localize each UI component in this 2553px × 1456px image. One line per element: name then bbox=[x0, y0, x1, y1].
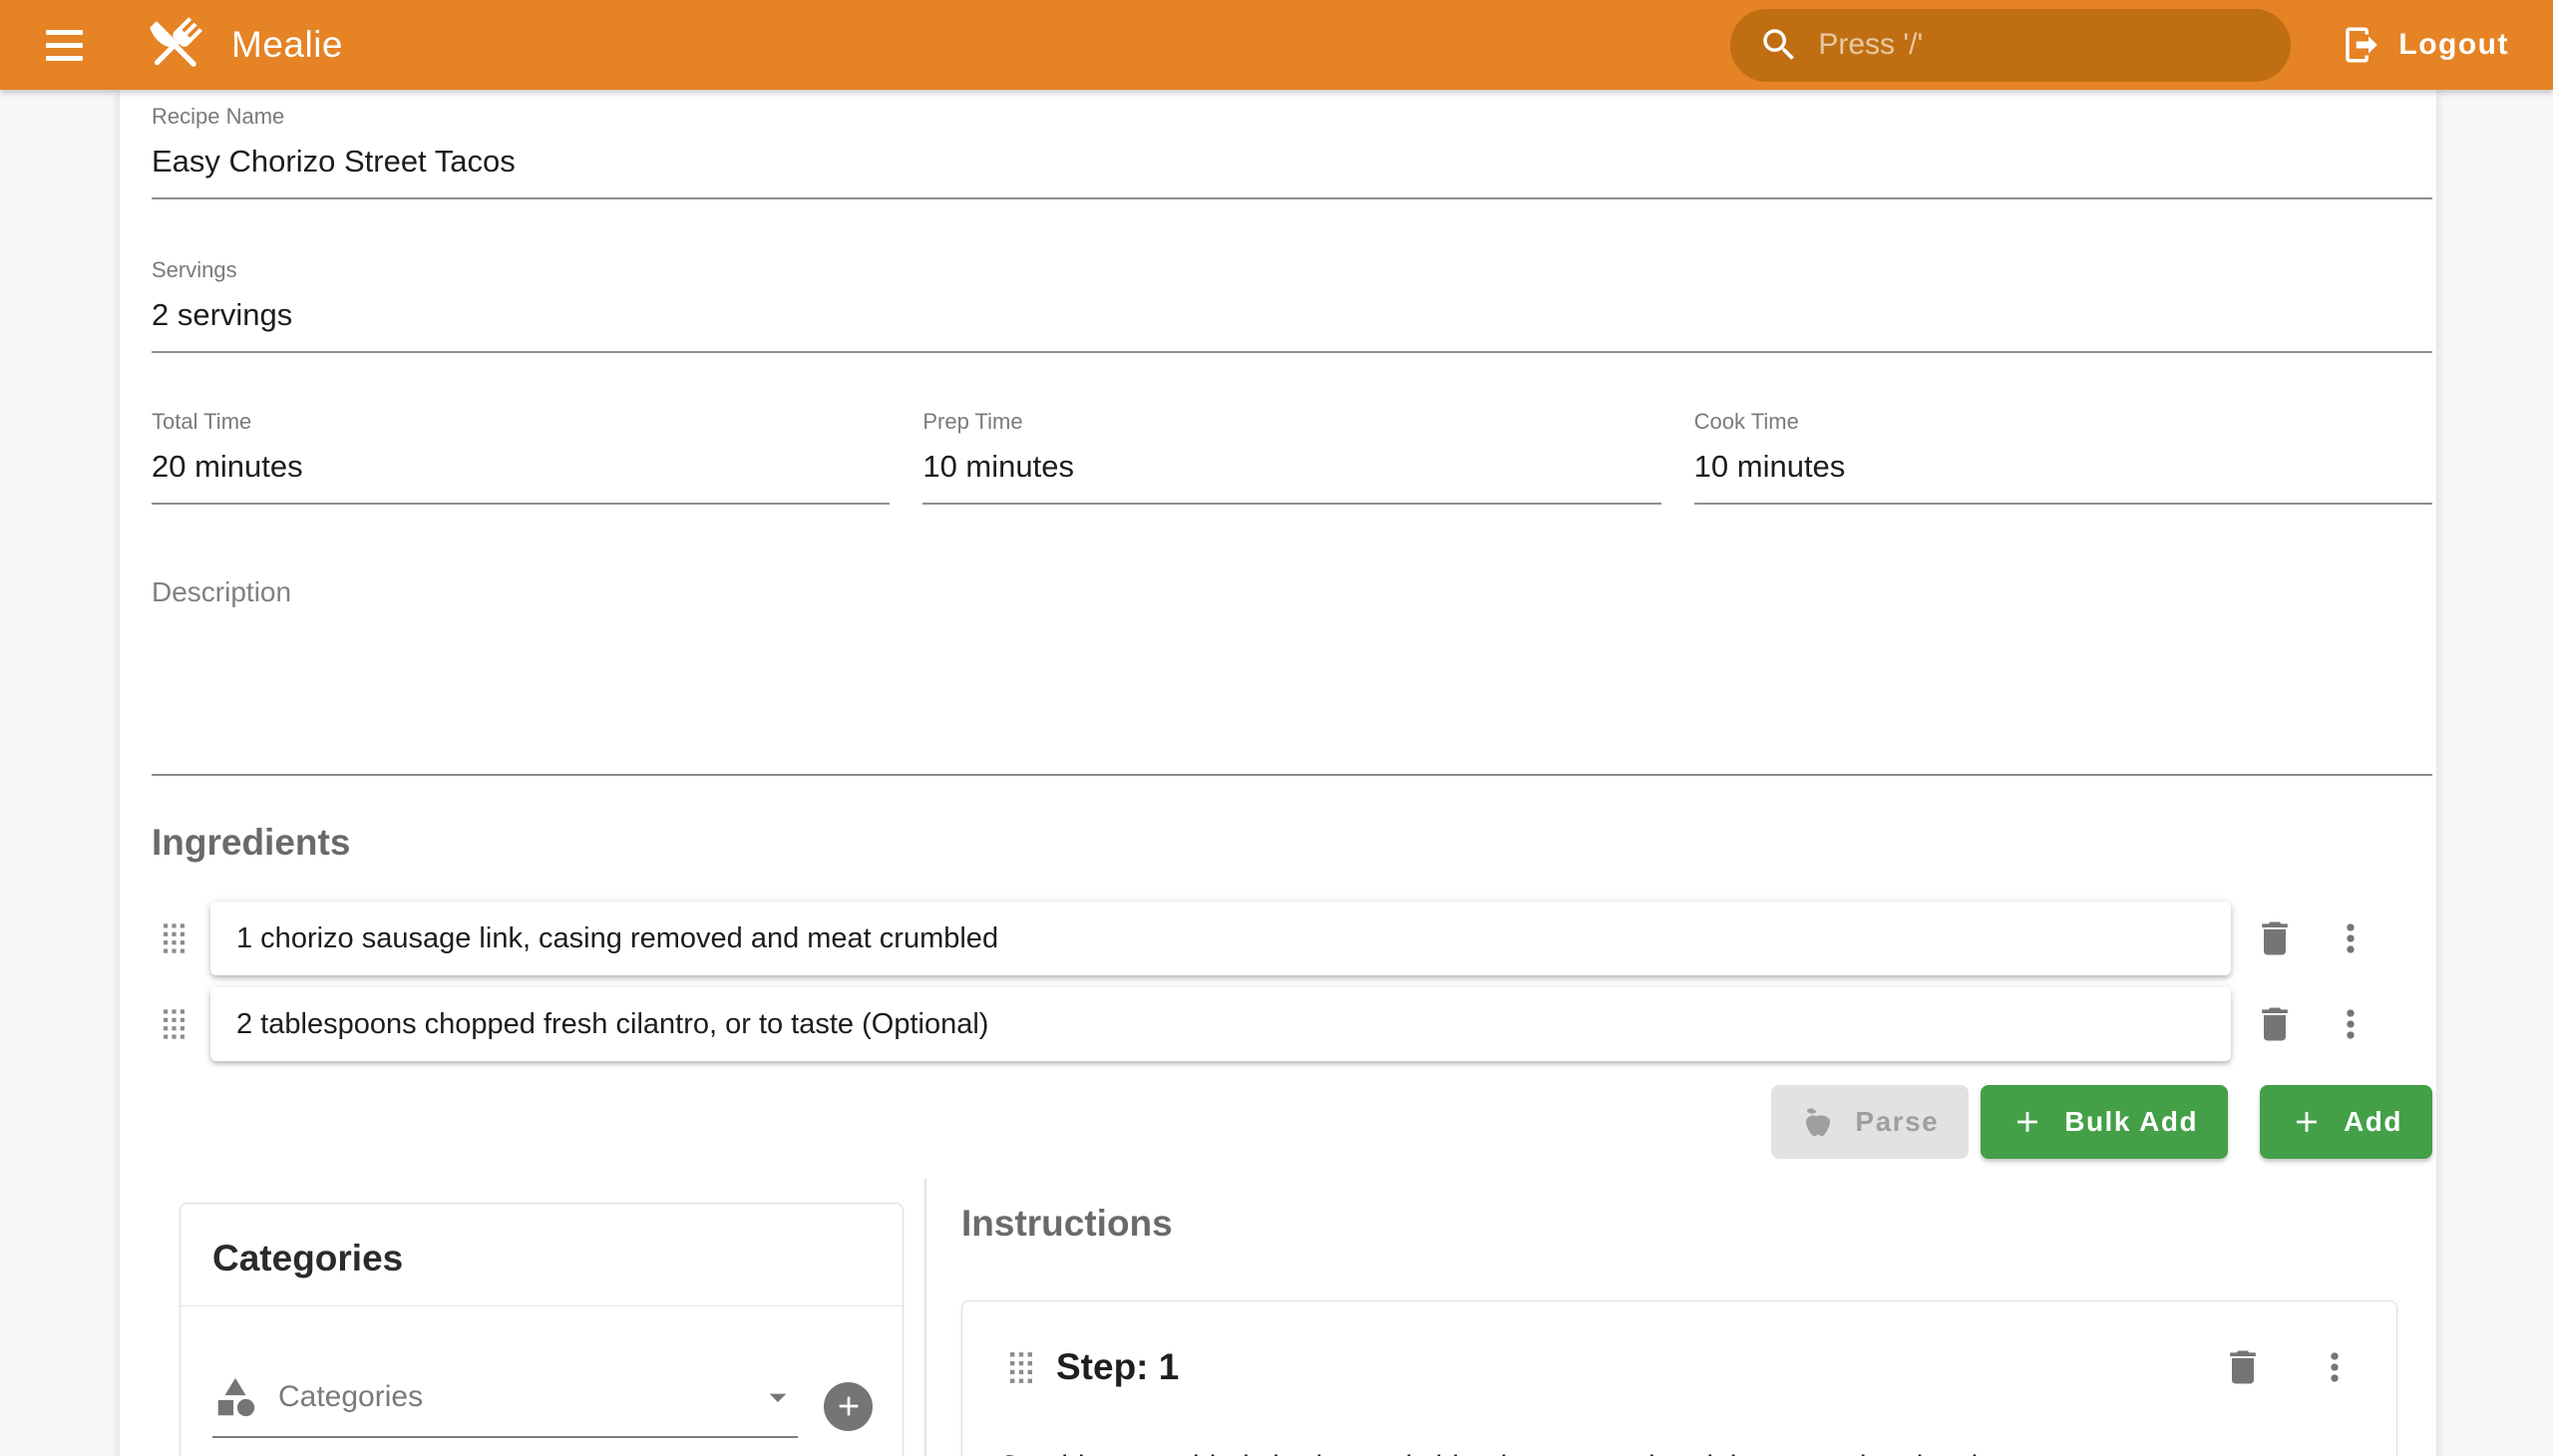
bulk-add-label: Bulk Add bbox=[2064, 1106, 2198, 1138]
delete-ingredient-button[interactable] bbox=[2249, 998, 2301, 1050]
description-textarea[interactable] bbox=[152, 608, 2432, 776]
categories-select[interactable]: Categories bbox=[212, 1374, 798, 1438]
trash-icon bbox=[2253, 1002, 2297, 1046]
prep-time-input[interactable] bbox=[922, 435, 1660, 505]
step-text[interactable]: Combine crumbled chorizo and chipotle pe… bbox=[998, 1445, 2361, 1456]
app-title: Mealie bbox=[231, 24, 343, 66]
categories-select-label: Categories bbox=[278, 1380, 738, 1414]
logout-label: Logout bbox=[2398, 28, 2509, 62]
page-background: Recipe Name Servings Total Time Prep Tim… bbox=[0, 90, 2553, 1456]
app-bar: Mealie Logout bbox=[0, 0, 2553, 90]
instructions-heading: Instructions bbox=[961, 1203, 2397, 1245]
divider bbox=[181, 1305, 903, 1306]
drag-handle-icon[interactable] bbox=[164, 1003, 184, 1045]
delete-ingredient-button[interactable] bbox=[2249, 912, 2301, 964]
times-row: Total Time Prep Time Cook Time bbox=[152, 403, 2432, 505]
search-icon bbox=[1758, 24, 1800, 66]
parse-button[interactable]: Parse bbox=[1771, 1085, 1969, 1159]
total-time-field: Total Time bbox=[152, 403, 890, 505]
categories-title: Categories bbox=[181, 1204, 903, 1305]
cook-time-input[interactable] bbox=[1694, 435, 2432, 505]
trash-icon bbox=[2253, 916, 2297, 960]
chevron-down-icon bbox=[758, 1377, 798, 1417]
add-category-button[interactable] bbox=[824, 1382, 873, 1431]
search-input[interactable] bbox=[1818, 28, 2281, 62]
plus-icon bbox=[2290, 1105, 2324, 1139]
total-time-input[interactable] bbox=[152, 435, 890, 505]
recipe-editor-card: Recipe Name Servings Total Time Prep Tim… bbox=[120, 90, 2436, 1456]
add-label: Add bbox=[2344, 1106, 2402, 1138]
bulk-add-button[interactable]: Bulk Add bbox=[1981, 1085, 2228, 1159]
servings-input[interactable] bbox=[152, 283, 2432, 353]
ingredient-input[interactable] bbox=[210, 902, 2231, 975]
servings-label: Servings bbox=[152, 251, 2432, 283]
shapes-icon bbox=[212, 1374, 258, 1420]
kebab-icon bbox=[2329, 916, 2372, 960]
plus-icon bbox=[2010, 1105, 2044, 1139]
cook-time-label: Cook Time bbox=[1694, 403, 2432, 435]
apple-icon bbox=[1801, 1105, 1835, 1139]
menu-icon[interactable] bbox=[34, 15, 94, 75]
recipe-name-label: Recipe Name bbox=[152, 98, 2432, 130]
search-box[interactable] bbox=[1730, 9, 2291, 82]
categories-column: Categories Categories bbox=[152, 1179, 926, 1456]
step-title: Step: 1 bbox=[1056, 1346, 2217, 1388]
ingredient-menu-button[interactable] bbox=[2325, 998, 2376, 1050]
parse-label: Parse bbox=[1855, 1106, 1939, 1138]
ingredient-menu-button[interactable] bbox=[2325, 912, 2376, 964]
kebab-icon bbox=[2329, 1002, 2372, 1046]
plus-icon bbox=[833, 1390, 865, 1422]
ingredients-list bbox=[152, 902, 2432, 1061]
instructions-column: Instructions bbox=[926, 1179, 2432, 1456]
logout-icon bbox=[2341, 24, 2382, 66]
delete-step-button[interactable] bbox=[2217, 1341, 2269, 1393]
servings-field: Servings bbox=[152, 251, 2432, 353]
description-field: Description bbox=[152, 576, 2432, 776]
ingredient-row bbox=[152, 987, 2376, 1061]
mealie-logo-icon bbox=[142, 12, 207, 78]
categories-card: Categories Categories bbox=[180, 1203, 904, 1456]
drag-handle-icon[interactable] bbox=[1010, 1346, 1032, 1389]
drag-handle-icon[interactable] bbox=[164, 917, 184, 959]
description-label: Description bbox=[152, 576, 291, 607]
ingredient-input[interactable] bbox=[210, 987, 2231, 1061]
prep-time-label: Prep Time bbox=[922, 403, 1660, 435]
cook-time-field: Cook Time bbox=[1694, 403, 2432, 505]
lower-section: Categories Categories bbox=[152, 1179, 2432, 1456]
trash-icon bbox=[2221, 1345, 2265, 1389]
add-button[interactable]: Add bbox=[2260, 1085, 2432, 1159]
prep-time-field: Prep Time bbox=[922, 403, 1660, 505]
recipe-name-input[interactable] bbox=[152, 130, 2432, 199]
ingredients-actions: Parse Bulk Add Add bbox=[152, 1085, 2432, 1159]
total-time-label: Total Time bbox=[152, 403, 890, 435]
logout-button[interactable]: Logout bbox=[2331, 10, 2519, 80]
kebab-icon bbox=[2313, 1345, 2357, 1389]
recipe-name-field: Recipe Name bbox=[152, 98, 2432, 199]
ingredient-row bbox=[152, 902, 2376, 975]
ingredients-heading: Ingredients bbox=[152, 822, 2432, 864]
step-menu-button[interactable] bbox=[2309, 1341, 2361, 1393]
step-card: Step: 1 C bbox=[961, 1300, 2397, 1456]
